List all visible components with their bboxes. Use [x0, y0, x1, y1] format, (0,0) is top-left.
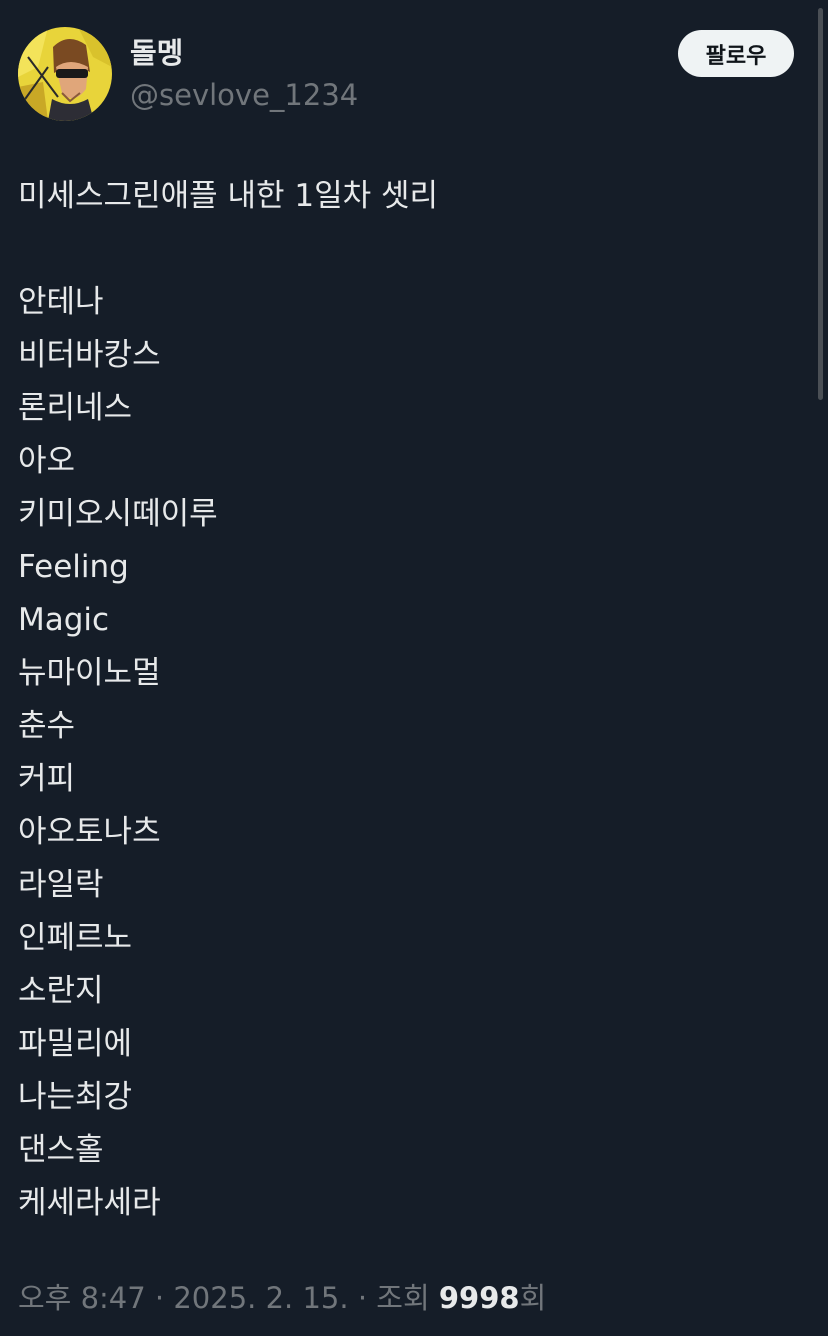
- avatar[interactable]: [18, 27, 112, 121]
- tweet-date[interactable]: 2025. 2. 15.: [173, 1281, 348, 1315]
- scrollbar[interactable]: [818, 8, 823, 400]
- setlist-item: 파밀리에: [18, 1026, 133, 1062]
- setlist-item: 안테나: [18, 284, 104, 320]
- tweet-title-line: 미세스그린애플 내한 1일차 셋리: [18, 178, 439, 214]
- setlist-item: 댄스홀: [18, 1132, 104, 1168]
- user-handle[interactable]: @sevlove_1234: [130, 76, 358, 114]
- views-label: 조회: [376, 1281, 439, 1315]
- setlist-item: 소란지: [18, 973, 104, 1009]
- setlist-item: 비터바캉스: [18, 337, 161, 373]
- setlist-item: Magic: [18, 602, 110, 638]
- meta-separator: ·: [348, 1281, 377, 1315]
- views-suffix: 회: [519, 1281, 547, 1315]
- setlist-item: 론리네스: [18, 390, 133, 426]
- tweet-page: 돌멩 @sevlove_1234 팔로우 미세스그린애플 내한 1일차 셋리 안…: [0, 0, 828, 1336]
- tweet-time[interactable]: 오후 8:47: [18, 1281, 146, 1315]
- tweet-meta: 오후 8:47 · 2025. 2. 15. · 조회 9998회: [18, 1276, 546, 1320]
- display-name[interactable]: 돌멩: [130, 34, 183, 72]
- setlist-item: 케세라세라: [18, 1185, 161, 1221]
- setlist-item: Feeling: [18, 549, 129, 585]
- tweet-text: 미세스그린애플 내한 1일차 셋리 안테나 비터바캉스 론리네스 아오 키미오시…: [18, 170, 798, 1230]
- setlist-item: 아오토나츠: [18, 814, 161, 850]
- setlist-item: 인페르노: [18, 920, 133, 956]
- setlist-item: 아오: [18, 443, 76, 479]
- avatar-image-icon: [18, 27, 112, 121]
- setlist-item: 나는최강: [18, 1079, 133, 1115]
- setlist-item: 라일락: [18, 867, 104, 903]
- setlist-item: 커피: [18, 761, 76, 797]
- setlist-item: 춘수: [18, 708, 76, 744]
- follow-button[interactable]: 팔로우: [678, 30, 794, 77]
- setlist-item: 뉴마이노멀: [18, 655, 161, 691]
- setlist-item: 키미오시떼이루: [18, 496, 218, 532]
- views-count: 9998: [438, 1281, 520, 1315]
- meta-separator: ·: [145, 1281, 174, 1315]
